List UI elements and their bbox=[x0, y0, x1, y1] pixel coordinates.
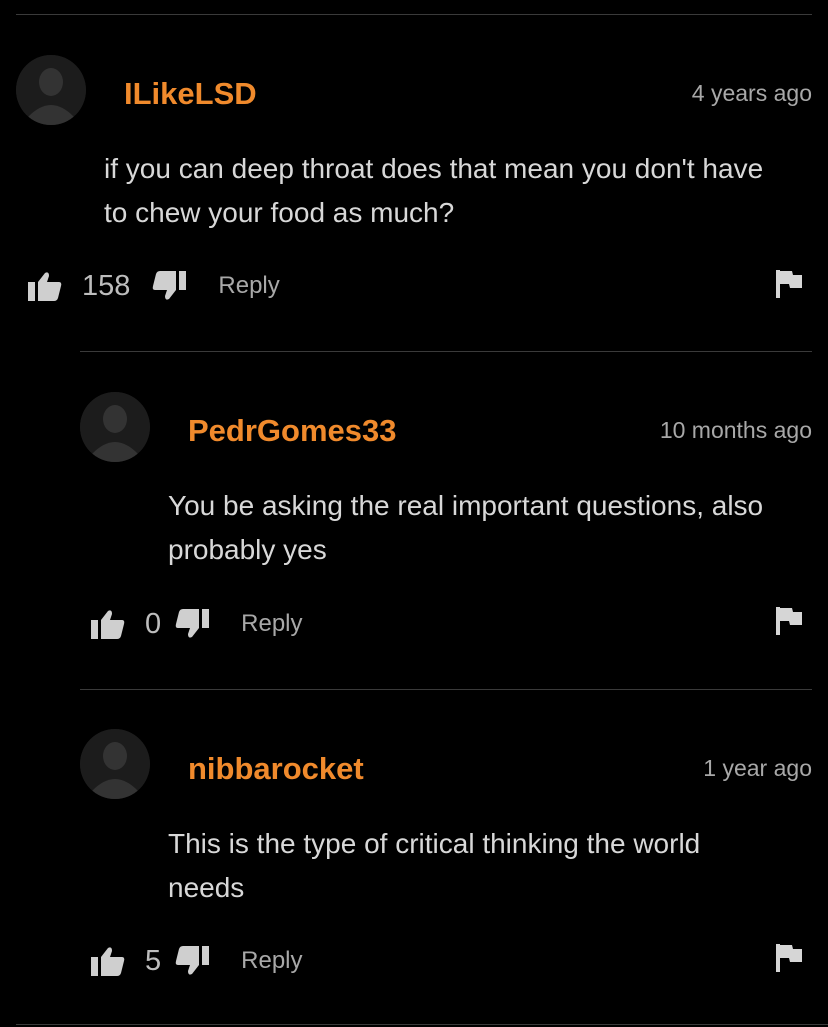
comment-timestamp: 4 years ago bbox=[691, 80, 812, 106]
comment-text-line: if you can deep throat does that mean yo… bbox=[104, 153, 764, 184]
thumbs-down-icon[interactable] bbox=[175, 609, 210, 639]
thumbs-down-icon[interactable] bbox=[152, 271, 187, 301]
comment-actions: 0 Reply bbox=[91, 604, 303, 644]
thumbs-up-icon[interactable] bbox=[91, 946, 125, 976]
flag-icon[interactable] bbox=[776, 944, 802, 972]
reply-button[interactable]: Reply bbox=[241, 609, 302, 639]
comment-username[interactable]: nibbarocket bbox=[188, 751, 364, 787]
top-divider bbox=[16, 14, 812, 15]
thumbs-down-icon[interactable] bbox=[175, 946, 210, 976]
comment-text-line: You be asking the real important questio… bbox=[168, 490, 764, 521]
like-count: 0 bbox=[145, 608, 162, 640]
comment-text-line: to chew your food as much? bbox=[104, 197, 455, 228]
reply-button[interactable]: Reply bbox=[241, 946, 302, 976]
thumbs-up-icon[interactable] bbox=[91, 609, 125, 639]
user-avatar-icon[interactable] bbox=[16, 55, 86, 125]
flag-icon[interactable] bbox=[776, 270, 802, 298]
user-avatar-icon[interactable] bbox=[80, 392, 150, 462]
comment-text-line: probably yes bbox=[168, 534, 327, 565]
bottom-divider bbox=[16, 1024, 828, 1025]
comment-actions: 5 Reply bbox=[91, 941, 303, 981]
comment-actions: 158 Reply bbox=[28, 266, 280, 306]
comment-timestamp: 1 year ago bbox=[703, 755, 812, 781]
user-avatar-icon[interactable] bbox=[80, 729, 150, 799]
reply-button[interactable]: Reply bbox=[218, 271, 279, 301]
comment-divider bbox=[80, 689, 812, 690]
comment-text-line: needs bbox=[168, 872, 245, 903]
thumbs-up-icon[interactable] bbox=[28, 271, 62, 301]
like-count: 158 bbox=[82, 270, 131, 302]
like-count: 5 bbox=[145, 945, 162, 977]
comment-username[interactable]: ILikeLSD bbox=[124, 76, 257, 112]
comment-divider bbox=[80, 351, 812, 352]
comment-text: This is the type of critical thinking th… bbox=[168, 822, 700, 910]
flag-icon[interactable] bbox=[776, 607, 802, 635]
comment-text: You be asking the real important questio… bbox=[168, 484, 763, 572]
comment-timestamp: 10 months ago bbox=[659, 417, 812, 443]
comment-text: if you can deep throat does that mean yo… bbox=[104, 147, 763, 235]
comment-username[interactable]: PedrGomes33 bbox=[188, 413, 397, 449]
comment-text-line: This is the type of critical thinking th… bbox=[168, 828, 701, 859]
